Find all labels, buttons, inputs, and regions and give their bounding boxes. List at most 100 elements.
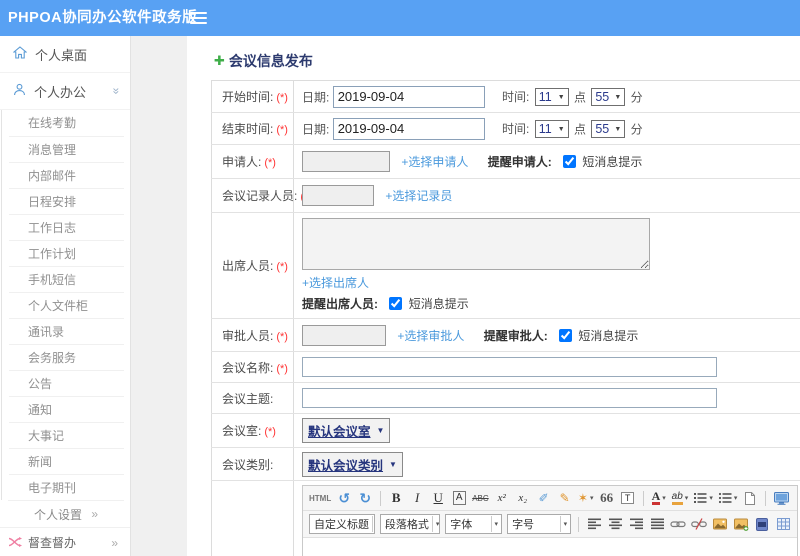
redo-icon[interactable]: ↻ — [357, 489, 373, 507]
hour-unit-label: 点 — [574, 122, 587, 136]
custom-title-select[interactable]: 自定义标题▾ — [309, 514, 375, 534]
paste-text-icon[interactable]: T — [620, 489, 636, 507]
italic-icon[interactable]: I — [409, 489, 425, 507]
sidebar-subitem[interactable]: 公告 — [9, 370, 124, 396]
superscript-icon[interactable]: x² — [494, 489, 510, 507]
dropdown-arrow-icon: ▼ — [557, 125, 565, 133]
sidebar-item-supervise[interactable]: 督查督办 » — [0, 527, 130, 556]
font-size-select[interactable]: 字号 ▾ — [507, 514, 572, 534]
paragraph-format-select[interactable]: 段落格式 ▾ — [379, 514, 441, 534]
toolbar-separator — [642, 490, 644, 506]
end-date-input[interactable] — [332, 117, 485, 140]
insert-image-icon[interactable] — [733, 515, 749, 533]
field-label: 结束时间: — [222, 122, 274, 136]
applicant-input[interactable] — [302, 151, 390, 172]
rich-text-editor: HTML ↺ ↻ BIUA ABC x² x₂ ✐ ✎ ✶▾ 66 T A▾ab▾ ▾ ▾ 自定义标题▾段落… — [302, 485, 798, 556]
sidebar-item-label: 个人办公 — [34, 84, 87, 100]
sidebar-subitem[interactable]: 工作计划 — [9, 240, 124, 266]
eraser-icon[interactable]: ✐ — [536, 489, 552, 507]
sms-label: 短消息提示 — [578, 328, 639, 343]
page-title-text: 会议信息发布 — [228, 53, 313, 69]
end-hour-select[interactable]: 11 ▼ — [534, 120, 569, 138]
sidebar-submenu: 在线考勤 消息管理 内部邮件 日程安排 工作日志 工作计划 手机短信 个人文件柜 通讯录 会务服务… — [1, 110, 130, 500]
sidebar-subitem[interactable]: 个人文件柜 — [9, 292, 124, 318]
field-label: 出席人员: — [222, 259, 274, 273]
end-minute-select[interactable]: 55 ▼ — [591, 120, 626, 138]
sidebar-subitem[interactable]: 内部邮件 — [9, 162, 124, 188]
sms-remind-checkbox[interactable] — [559, 328, 573, 342]
align-right-icon[interactable] — [628, 515, 644, 533]
choose-approver-link[interactable]: +选择审批人 — [397, 329, 464, 343]
align-justify-icon[interactable] — [649, 515, 665, 533]
sidebar-subitem[interactable]: 手机短信 — [9, 266, 124, 292]
toolbar-separator — [380, 490, 382, 506]
font-name-icon[interactable]: A — [451, 489, 467, 507]
sidebar-subitem[interactable]: 新闻 — [9, 448, 124, 474]
align-left-icon[interactable] — [586, 515, 602, 533]
choose-applicant-link[interactable]: +选择申请人 — [401, 155, 468, 169]
font-color-icon[interactable]: A ▾ — [651, 489, 667, 507]
meeting-category-select[interactable]: 默认会议类别 ▼ — [302, 451, 403, 477]
required-marker: (*) — [276, 92, 288, 104]
fullscreen-icon[interactable] — [773, 489, 789, 507]
unordered-list-icon[interactable]: ▾ — [718, 489, 737, 507]
align-center-icon[interactable] — [607, 515, 623, 533]
html-source-button[interactable]: HTML — [309, 489, 331, 507]
sidebar-subitem[interactable]: 工作日志 — [9, 214, 124, 240]
form-row-approver: 审批人员: (*) +选择审批人 提醒审批人: 短消息提示 — [211, 318, 800, 352]
recorder-input[interactable] — [302, 185, 374, 206]
required-marker: (*) — [264, 426, 276, 438]
sms-remind-checkbox[interactable] — [563, 155, 577, 168]
meeting-room-select[interactable]: 默认会议室 ▼ — [302, 418, 391, 443]
undo-icon[interactable]: ↺ — [336, 489, 352, 507]
start-hour-select[interactable]: 11 ▼ — [534, 88, 569, 106]
sidebar-subitem[interactable]: 日程安排 — [9, 188, 124, 214]
sidebar-subitem[interactable]: 消息管理 — [9, 136, 124, 162]
subscript-icon[interactable]: x₂ — [515, 489, 531, 507]
sidebar-item-desktop[interactable]: 个人桌面 — [0, 36, 130, 73]
field-label: 申请人: — [222, 155, 262, 169]
blockquote-icon[interactable]: 66 — [599, 489, 615, 507]
sidebar-item-office[interactable]: 个人办公 » — [0, 73, 130, 110]
sms-label: 短消息提示 — [582, 155, 643, 169]
table-icon[interactable] — [775, 515, 791, 533]
link-icon[interactable] — [670, 515, 686, 533]
unlink-icon[interactable] — [691, 515, 707, 533]
ordered-list-icon[interactable]: ▾ — [693, 489, 713, 507]
sidebar-subitem[interactable]: 会务服务 — [9, 344, 124, 370]
approver-input[interactable] — [302, 324, 386, 346]
sidebar-item-settings[interactable]: 个人设置 » — [8, 500, 124, 527]
magic-wand-icon[interactable]: ✶ ▾ — [578, 489, 594, 507]
meeting-form: 开始时间:(*) 日期: 时间: 11▼ 点 55▼ 分 结束时间:(*) 日期… — [211, 80, 800, 556]
new-page-icon[interactable] — [742, 489, 758, 507]
dropdown-arrow-icon: ▼ — [614, 93, 622, 101]
sidebar-subitem[interactable]: 在线考勤 — [9, 110, 124, 136]
sidebar-subitem[interactable]: 通讯录 — [9, 318, 124, 344]
highlight-color-icon[interactable]: ab ▾ — [671, 489, 688, 507]
sms-remind-checkbox[interactable] — [389, 297, 403, 310]
underline-icon[interactable]: U — [430, 489, 446, 507]
editor-content-area[interactable] — [303, 538, 797, 556]
choose-attendees-link[interactable]: +选择出席人 — [302, 274, 369, 291]
format-brush-icon[interactable]: ✎ — [557, 489, 573, 507]
choose-recorder-link[interactable]: +选择记录员 — [385, 189, 452, 203]
sidebar-subitem[interactable]: 电子期刊 — [9, 474, 124, 500]
bold-icon[interactable]: B — [388, 489, 404, 507]
sidebar-subitem[interactable]: 通知 — [9, 396, 124, 422]
form-row-attendees: 出席人员: (*) +选择出席人 提醒出席人员: 短消息提示 — [211, 212, 800, 319]
meeting-name-input[interactable] — [302, 357, 717, 377]
strikethrough-icon[interactable]: ABC — [472, 489, 488, 507]
font-family-select[interactable]: 字体 ▾ — [445, 514, 503, 534]
start-minute-select[interactable]: 55 ▼ — [591, 88, 626, 106]
remind-attendees-label: 提醒出席人员: — [302, 297, 378, 311]
menu-toggle-icon[interactable] — [190, 12, 207, 25]
start-date-input[interactable] — [332, 85, 485, 108]
meeting-subject-input[interactable] — [302, 388, 717, 408]
attendees-textarea[interactable] — [302, 218, 650, 270]
dropdown-arrow-icon: ▼ — [389, 459, 397, 469]
media-icon[interactable] — [754, 515, 770, 533]
form-row-content-editor: HTML ↺ ↻ BIUA ABC x² x₂ ✐ ✎ ✶▾ 66 T A▾ab▾ ▾ ▾ 自定义标题▾段落… — [211, 480, 800, 556]
image-icon[interactable] — [712, 515, 728, 533]
sidebar-subitem[interactable]: 大事记 — [9, 422, 124, 448]
form-row-meeting-room: 会议室: (*) 默认会议室 ▼ — [211, 413, 800, 448]
